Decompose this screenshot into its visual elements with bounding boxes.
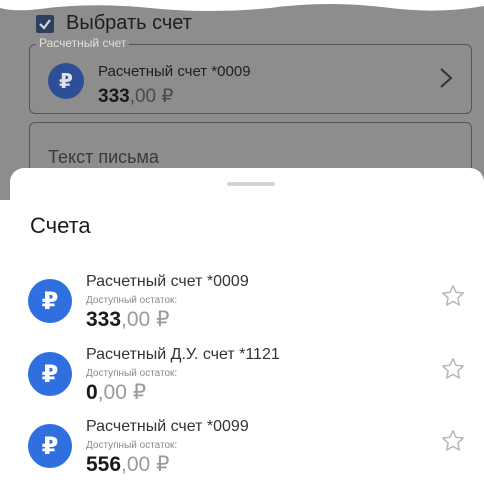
account-list-item[interactable]: ₽ Расчетный счет *0099 Доступный остаток…: [10, 418, 484, 490]
ruble-icon: ₽: [28, 424, 72, 468]
ruble-icon: ₽: [48, 63, 84, 99]
account-name: Расчетный счет *0099: [86, 418, 249, 435]
letter-placeholder: Текст письма: [48, 147, 159, 167]
available-balance-label: Доступный остаток:: [86, 295, 178, 306]
select-account-label: Выбрать счет: [66, 12, 192, 34]
star-outline-icon[interactable]: [440, 356, 466, 382]
account-select-field[interactable]: Расчетный счет ₽ Расчетный счет *0009 33…: [29, 36, 472, 114]
account-name: Расчетный счет *0009: [86, 273, 249, 290]
account-balance: 0,00 ₽: [86, 381, 147, 404]
ruble-icon: ₽: [28, 352, 72, 396]
account-list-item[interactable]: ₽ Расчетный Д.У. счет *1121 Доступный ос…: [10, 346, 484, 418]
star-outline-icon[interactable]: [440, 428, 466, 454]
checkbox-checked-icon[interactable]: [36, 14, 54, 33]
account-name: Расчетный Д.У. счет *1121: [86, 346, 280, 363]
account-list-item[interactable]: ₽ Расчетный счет *0009 Доступный остаток…: [10, 273, 484, 345]
available-balance-label: Доступный остаток:: [86, 368, 178, 379]
star-outline-icon[interactable]: [440, 283, 466, 309]
account-field-legend: Расчетный счет: [36, 36, 130, 50]
sheet-title: Счета: [30, 213, 91, 238]
sheet-drag-handle[interactable]: [227, 182, 275, 186]
account-balance: 556,00 ₽: [86, 453, 170, 476]
chevron-right-icon[interactable]: [439, 67, 453, 89]
selected-account-name: Расчетный счет *0009: [98, 63, 251, 80]
available-balance-label: Доступный остаток:: [86, 440, 178, 451]
select-account-checkbox-row[interactable]: Выбрать счет: [36, 12, 192, 35]
accounts-bottom-sheet: Счета ₽ Расчетный счет *0009 Доступный о…: [10, 168, 484, 488]
selected-account-balance: 333,00 ₽: [98, 86, 174, 107]
account-balance: 333,00 ₽: [86, 308, 170, 331]
ruble-icon: ₽: [28, 279, 72, 323]
